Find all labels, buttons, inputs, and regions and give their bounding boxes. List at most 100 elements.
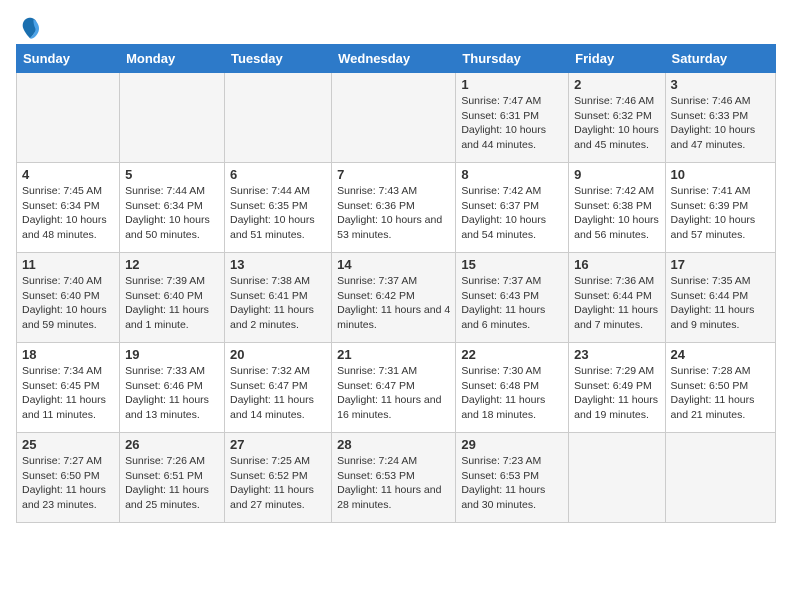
calendar-cell <box>224 73 331 163</box>
day-info: Sunrise: 7:35 AM Sunset: 6:44 PM Dayligh… <box>671 274 770 333</box>
calendar-cell <box>17 73 120 163</box>
calendar-cell: 22Sunrise: 7:30 AM Sunset: 6:48 PM Dayli… <box>456 343 569 433</box>
day-info: Sunrise: 7:46 AM Sunset: 6:33 PM Dayligh… <box>671 94 770 153</box>
calendar-cell: 1 Sunrise: 7:47 AM Sunset: 6:31 PM Daylig… <box>456 73 569 163</box>
header <box>16 16 776 36</box>
day-number: 25 <box>22 437 114 452</box>
day-number: 28 <box>337 437 450 452</box>
calendar-cell: 13 Sunrise: 7:38 AM Sunset: 6:41 PM Dayli… <box>224 253 331 343</box>
logo-icon <box>18 16 42 40</box>
week-row-3: 11 Sunrise: 7:40 AM Sunset: 6:40 PM Dayli… <box>17 253 776 343</box>
day-number: 4 <box>22 167 114 182</box>
calendar-cell <box>332 73 456 163</box>
day-number: 9 <box>574 167 659 182</box>
day-info: Sunrise: 7:40 AM Sunset: 6:40 PM Dayligh… <box>22 274 114 333</box>
calendar-cell: 4 Sunrise: 7:45 AM Sunset: 6:34 PM Daylig… <box>17 163 120 253</box>
day-number: 3 <box>671 77 770 92</box>
calendar-cell <box>120 73 225 163</box>
calendar-cell: 19Sunrise: 7:33 AM Sunset: 6:46 PM Dayli… <box>120 343 225 433</box>
day-number: 18 <box>22 347 114 362</box>
day-info: Sunrise: 7:43 AM Sunset: 6:36 PM Dayligh… <box>337 184 450 243</box>
day-number: 13 <box>230 257 326 272</box>
day-info: Sunrise: 7:33 AM Sunset: 6:46 PM Dayligh… <box>125 364 219 423</box>
header-thursday: Thursday <box>456 45 569 73</box>
day-number: 23 <box>574 347 659 362</box>
calendar-table: SundayMondayTuesdayWednesdayThursdayFrid… <box>16 44 776 523</box>
week-row-4: 18 Sunrise: 7:34 AM Sunset: 6:45 PM Dayli… <box>17 343 776 433</box>
day-info: Sunrise: 7:36 AM Sunset: 6:44 PM Dayligh… <box>574 274 659 333</box>
header-tuesday: Tuesday <box>224 45 331 73</box>
calendar-cell: 10 Sunrise: 7:41 AM Sunset: 6:39 PM Dayli… <box>665 163 775 253</box>
day-info: Sunrise: 7:29 AM Sunset: 6:49 PM Dayligh… <box>574 364 659 423</box>
calendar-cell: 21 Sunrise: 7:31 AM Sunset: 6:47 PM Dayli… <box>332 343 456 433</box>
day-info: Sunrise: 7:27 AM Sunset: 6:50 PM Dayligh… <box>22 454 114 513</box>
calendar-cell: 24 Sunrise: 7:28 AM Sunset: 6:50 PM Dayli… <box>665 343 775 433</box>
logo <box>16 16 42 36</box>
day-info: Sunrise: 7:42 AM Sunset: 6:37 PM Dayligh… <box>461 184 563 243</box>
day-number: 12 <box>125 257 219 272</box>
calendar-cell: 16Sunrise: 7:36 AM Sunset: 6:44 PM Dayli… <box>569 253 665 343</box>
day-info: Sunrise: 7:31 AM Sunset: 6:47 PM Dayligh… <box>337 364 450 423</box>
day-number: 17 <box>671 257 770 272</box>
calendar-cell: 12 Sunrise: 7:39 AM Sunset: 6:40 PM Dayli… <box>120 253 225 343</box>
calendar-cell: 29 Sunrise: 7:23 AM Sunset: 6:53 PM Dayli… <box>456 433 569 523</box>
calendar-cell: 9 Sunrise: 7:42 AM Sunset: 6:38 PM Daylig… <box>569 163 665 253</box>
calendar-cell: 28 Sunrise: 7:24 AM Sunset: 6:53 PM Dayli… <box>332 433 456 523</box>
day-info: Sunrise: 7:28 AM Sunset: 6:50 PM Dayligh… <box>671 364 770 423</box>
day-info: Sunrise: 7:26 AM Sunset: 6:51 PM Dayligh… <box>125 454 219 513</box>
day-number: 11 <box>22 257 114 272</box>
day-info: Sunrise: 7:44 AM Sunset: 6:34 PM Dayligh… <box>125 184 219 243</box>
day-number: 26 <box>125 437 219 452</box>
day-number: 14 <box>337 257 450 272</box>
calendar-cell: 17 Sunrise: 7:35 AM Sunset: 6:44 PM Dayli… <box>665 253 775 343</box>
day-info: Sunrise: 7:23 AM Sunset: 6:53 PM Dayligh… <box>461 454 563 513</box>
day-info: Sunrise: 7:41 AM Sunset: 6:39 PM Dayligh… <box>671 184 770 243</box>
header-friday: Friday <box>569 45 665 73</box>
calendar-cell: 5 Sunrise: 7:44 AM Sunset: 6:34 PM Daylig… <box>120 163 225 253</box>
header-saturday: Saturday <box>665 45 775 73</box>
calendar-cell: 26 Sunrise: 7:26 AM Sunset: 6:51 PM Dayli… <box>120 433 225 523</box>
day-info: Sunrise: 7:42 AM Sunset: 6:38 PM Dayligh… <box>574 184 659 243</box>
day-info: Sunrise: 7:47 AM Sunset: 6:31 PM Dayligh… <box>461 94 563 153</box>
calendar-cell: 3 Sunrise: 7:46 AM Sunset: 6:33 PM Daylig… <box>665 73 775 163</box>
day-info: Sunrise: 7:45 AM Sunset: 6:34 PM Dayligh… <box>22 184 114 243</box>
header-wednesday: Wednesday <box>332 45 456 73</box>
day-info: Sunrise: 7:37 AM Sunset: 6:42 PM Dayligh… <box>337 274 450 333</box>
calendar-header-row: SundayMondayTuesdayWednesdayThursdayFrid… <box>17 45 776 73</box>
calendar-cell: 8 Sunrise: 7:42 AM Sunset: 6:37 PM Daylig… <box>456 163 569 253</box>
day-number: 15 <box>461 257 563 272</box>
day-info: Sunrise: 7:25 AM Sunset: 6:52 PM Dayligh… <box>230 454 326 513</box>
day-number: 8 <box>461 167 563 182</box>
day-info: Sunrise: 7:44 AM Sunset: 6:35 PM Dayligh… <box>230 184 326 243</box>
calendar-cell: 7Sunrise: 7:43 AM Sunset: 6:36 PM Daylig… <box>332 163 456 253</box>
calendar-cell: 27Sunrise: 7:25 AM Sunset: 6:52 PM Dayli… <box>224 433 331 523</box>
day-info: Sunrise: 7:34 AM Sunset: 6:45 PM Dayligh… <box>22 364 114 423</box>
calendar-cell: 15 Sunrise: 7:37 AM Sunset: 6:43 PM Dayli… <box>456 253 569 343</box>
calendar-cell: 11 Sunrise: 7:40 AM Sunset: 6:40 PM Dayli… <box>17 253 120 343</box>
calendar-cell: 14 Sunrise: 7:37 AM Sunset: 6:42 PM Dayli… <box>332 253 456 343</box>
day-number: 6 <box>230 167 326 182</box>
day-info: Sunrise: 7:24 AM Sunset: 6:53 PM Dayligh… <box>337 454 450 513</box>
calendar-cell: 20Sunrise: 7:32 AM Sunset: 6:47 PM Dayli… <box>224 343 331 433</box>
calendar-cell: 6 Sunrise: 7:44 AM Sunset: 6:35 PM Daylig… <box>224 163 331 253</box>
day-number: 10 <box>671 167 770 182</box>
calendar-cell: 25 Sunrise: 7:27 AM Sunset: 6:50 PM Dayli… <box>17 433 120 523</box>
header-sunday: Sunday <box>17 45 120 73</box>
day-info: Sunrise: 7:39 AM Sunset: 6:40 PM Dayligh… <box>125 274 219 333</box>
day-number: 1 <box>461 77 563 92</box>
day-info: Sunrise: 7:38 AM Sunset: 6:41 PM Dayligh… <box>230 274 326 333</box>
day-number: 29 <box>461 437 563 452</box>
week-row-2: 4 Sunrise: 7:45 AM Sunset: 6:34 PM Daylig… <box>17 163 776 253</box>
day-info: Sunrise: 7:37 AM Sunset: 6:43 PM Dayligh… <box>461 274 563 333</box>
day-info: Sunrise: 7:30 AM Sunset: 6:48 PM Dayligh… <box>461 364 563 423</box>
day-number: 21 <box>337 347 450 362</box>
day-number: 24 <box>671 347 770 362</box>
calendar-cell <box>569 433 665 523</box>
day-number: 5 <box>125 167 219 182</box>
day-number: 2 <box>574 77 659 92</box>
calendar-body: 1 Sunrise: 7:47 AM Sunset: 6:31 PM Daylig… <box>17 73 776 523</box>
calendar-cell <box>665 433 775 523</box>
calendar-cell: 2Sunrise: 7:46 AM Sunset: 6:32 PM Daylig… <box>569 73 665 163</box>
week-row-5: 25 Sunrise: 7:27 AM Sunset: 6:50 PM Dayli… <box>17 433 776 523</box>
header-monday: Monday <box>120 45 225 73</box>
